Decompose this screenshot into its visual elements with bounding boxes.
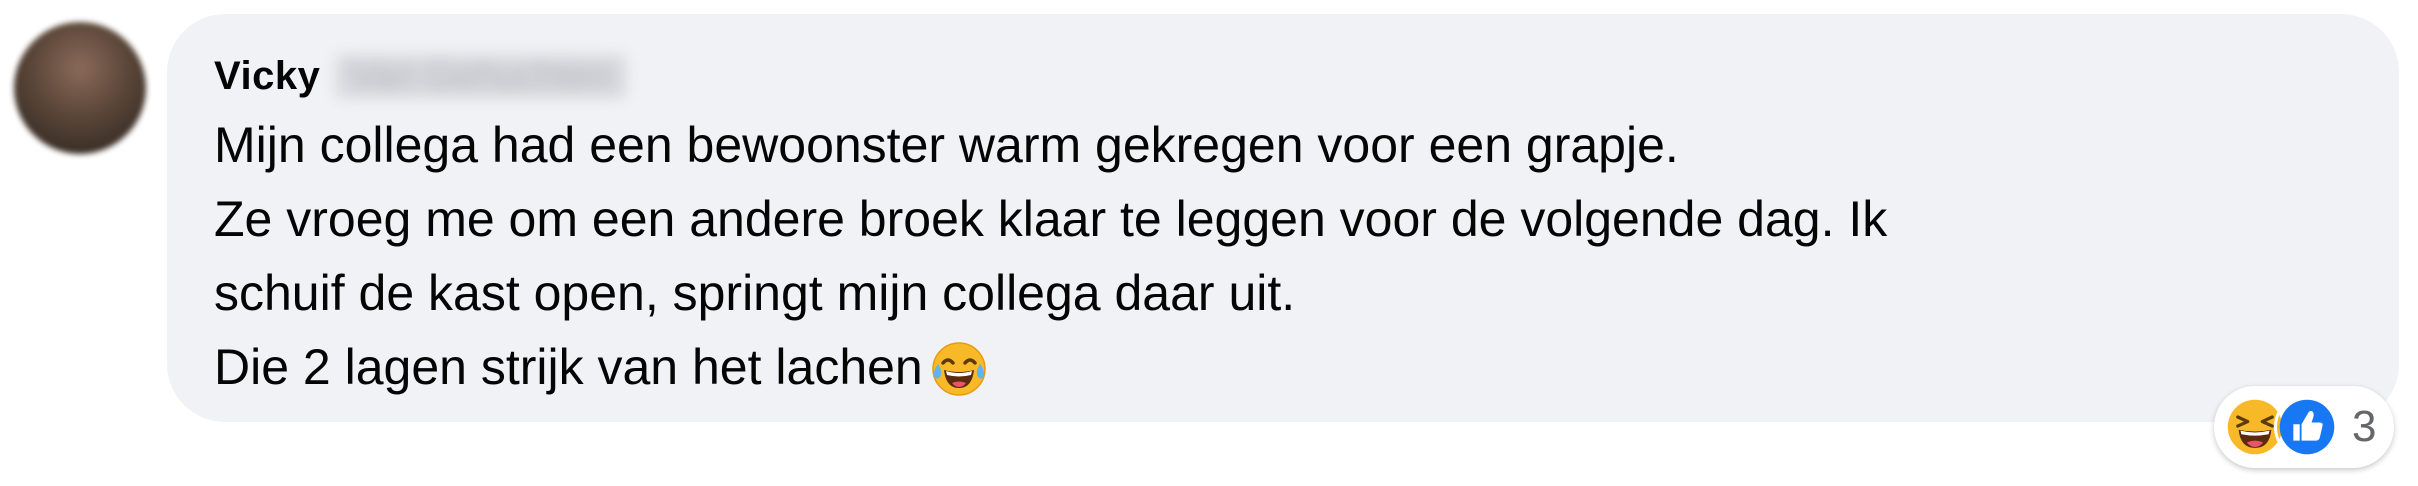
reaction-count: 3 — [2352, 402, 2377, 451]
avatar[interactable] — [14, 22, 146, 154]
reactions-summary[interactable]: 3 — [2214, 386, 2395, 468]
author-first-name[interactable]: Vicky — [214, 54, 320, 99]
comment-line-2: Ze vroeg me om een andere broek klaar te… — [214, 191, 1888, 247]
comment-author[interactable]: Vicky Van Gehuchten — [214, 46, 626, 106]
comment-line-3: schuif de kast open, springt mijn colleg… — [214, 265, 1296, 321]
comment-line-4: Die 2 lagen strijk van het lachen — [214, 330, 2354, 404]
comment-line-4-text: Die 2 lagen strijk van het lachen — [214, 339, 923, 395]
comment-text: Mijn collega had een bewoonster warm gek… — [214, 108, 2354, 404]
face-with-tears-of-joy-icon — [932, 342, 986, 396]
like-reaction-icon — [2274, 394, 2340, 460]
comment-line-1: Mijn collega had een bewoonster warm gek… — [214, 117, 1679, 173]
author-last-name-redacted: Van Gehuchten — [336, 54, 626, 98]
